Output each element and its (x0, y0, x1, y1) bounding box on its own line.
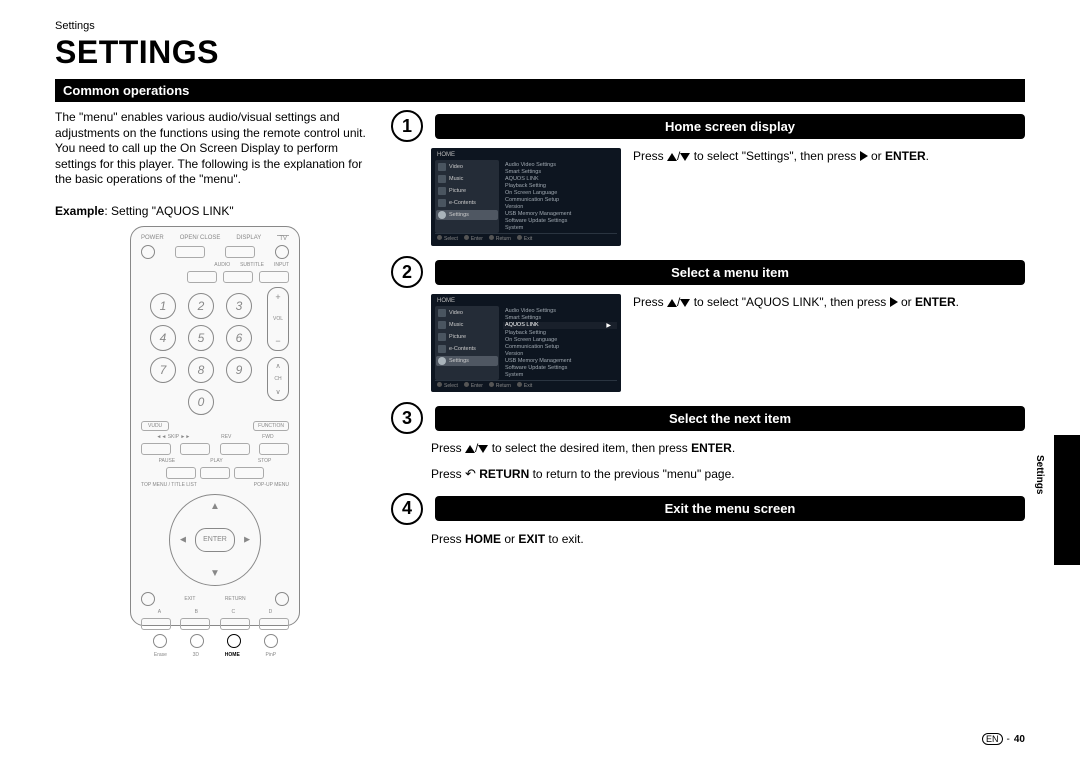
step-3: 3 Select the next item Press / to select t… (391, 402, 1025, 483)
step-instruction: Press / to select "Settings", then press… (633, 148, 929, 165)
step-title: Select the next item (435, 406, 1025, 431)
step-number: 2 (391, 256, 423, 288)
osd-screenshot: HOMEVideoMusicPicturee-ContentsSettingsA… (431, 148, 621, 246)
step-title: Home screen display (435, 114, 1025, 139)
step-instruction: Press HOME or EXIT to exit. (431, 531, 1025, 548)
step-instruction-2: Press ↶ RETURN to return to the previous… (431, 465, 1025, 483)
step-1: 1 Home screen display HOMEVideoMusicPictur… (391, 110, 1025, 246)
step-number: 4 (391, 493, 423, 525)
step-instruction: Press / to select the desired item, then… (431, 440, 1025, 457)
step-instruction: Press / to select "AQUOS LINK", then pre… (633, 294, 959, 311)
section-heading: Common operations (55, 79, 1025, 102)
page-title: SETTINGS (55, 34, 1025, 71)
breadcrumb: Settings (55, 20, 1025, 32)
step-title: Select a menu item (435, 260, 1025, 285)
lang-badge: EN (982, 733, 1003, 745)
example-line: Example: Setting "AQUOS LINK" (55, 204, 375, 218)
thumb-tab (1054, 435, 1080, 565)
step-number: 1 (391, 110, 423, 142)
dpad: ▲ ▼ ◄ ► ENTER (169, 494, 261, 586)
page-footer: EN - 40 (982, 733, 1025, 745)
step-number: 3 (391, 402, 423, 434)
step-4: 4 Exit the menu screen Press HOME or EXIT … (391, 493, 1025, 548)
remote-illustration: POWER OPEN/ CLOSE DISPLAY TV AUDIOSUBTIT… (130, 226, 300, 626)
step-2: 2 Select a menu item HOMEVideoMusicPicture… (391, 256, 1025, 392)
enter-button: ENTER (195, 528, 235, 552)
intro-paragraph: The "menu" enables various audio/visual … (55, 110, 375, 188)
thumb-tab-label: Settings (1034, 455, 1045, 494)
step-title: Exit the menu screen (435, 496, 1025, 521)
osd-screenshot: HOMEVideoMusicPicturee-ContentsSettingsA… (431, 294, 621, 392)
